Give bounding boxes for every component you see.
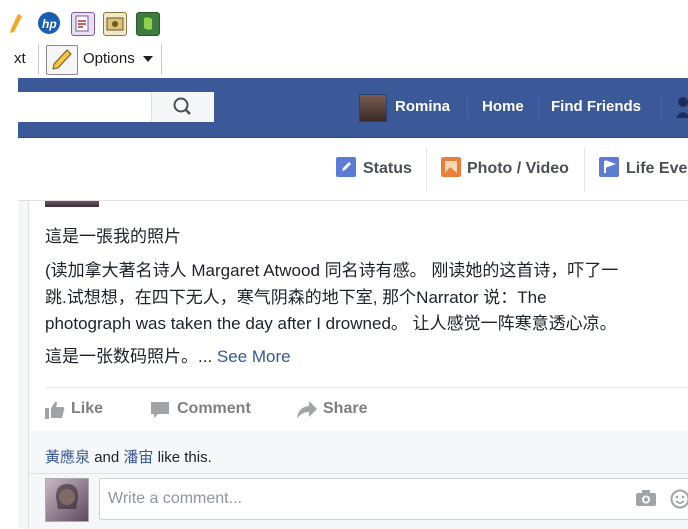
post-text-line: 這是一張我的照片: [45, 224, 181, 250]
pencil-button[interactable]: [46, 45, 78, 75]
nav-divider: [538, 95, 539, 119]
life-event-tab[interactable]: Life Eve: [626, 160, 687, 178]
toolbar-divider: [161, 44, 162, 74]
likes-suffix-text: like this.: [158, 449, 212, 466]
comment-placeholder: Write a comment...: [108, 490, 242, 508]
emoji-icon[interactable]: [670, 489, 688, 514]
liker-link[interactable]: 潘宙: [123, 449, 153, 466]
tab-divider: [426, 148, 427, 192]
avatar[interactable]: [45, 478, 89, 522]
options-button[interactable]: Options: [83, 50, 135, 67]
post-text-line: 這是一张数码照片。... See More: [45, 344, 291, 370]
svg-text:hp: hp: [42, 17, 57, 31]
friend-requests-icon[interactable]: [674, 96, 688, 123]
camera-icon[interactable]: [636, 490, 656, 511]
pdf-icon[interactable]: [71, 12, 95, 36]
life-event-icon: [599, 157, 619, 182]
pencil-icon: [47, 61, 77, 78]
see-more-link[interactable]: See More: [217, 347, 291, 366]
liker-link[interactable]: 黃應泉: [45, 449, 90, 466]
comment-icon: [151, 402, 169, 424]
toolbar-partial-text[interactable]: xt: [14, 50, 26, 67]
nav-divider: [467, 95, 468, 119]
nav-divider: [661, 95, 662, 119]
status-tab[interactable]: Status: [363, 160, 412, 178]
share-button[interactable]: Share: [323, 400, 367, 418]
comment-input[interactable]: Write a comment...: [99, 478, 688, 520]
toolbar-divider: [38, 44, 39, 74]
post-composer-tabs: Status Photo / Video Life Eve: [18, 138, 688, 201]
browser-toolbar: hp xt Options: [0, 0, 688, 78]
status-icon: [336, 157, 356, 182]
image-tool-icon[interactable]: [103, 12, 127, 36]
likes-and-text: and: [94, 449, 119, 466]
facebook-header: Romina Home Find Friends: [18, 78, 688, 138]
search-button[interactable]: [151, 92, 214, 122]
search-icon: [152, 109, 214, 126]
chevron-down-icon[interactable]: [143, 56, 153, 62]
home-link[interactable]: Home: [482, 98, 524, 115]
find-friends-link[interactable]: Find Friends: [551, 98, 641, 115]
orange-pen-icon[interactable]: [8, 12, 26, 34]
search-input[interactable]: [18, 92, 213, 122]
comment-composer: Write a comment...: [28, 473, 688, 529]
post-card: 這是一張我的照片 (读加拿大著名诗人 Margaret Atwood 同名诗有感…: [28, 201, 688, 431]
comment-button[interactable]: Comment: [177, 400, 251, 418]
likes-summary: 黃應泉 and 潘宙 like this.: [28, 431, 688, 477]
photo-icon: [441, 157, 461, 182]
post-text-line: 跳.试想想，在四下无人，寒气阴森的地下室, 那个Narrator 说：The: [45, 285, 547, 311]
profile-link[interactable]: Romina: [395, 98, 450, 115]
tab-divider: [584, 148, 585, 192]
hp-icon[interactable]: hp: [38, 12, 60, 34]
post-text-truncated: 這是一张数码照片。...: [45, 347, 212, 366]
post-actions: Like Comment Share: [45, 387, 688, 432]
share-icon: [297, 401, 317, 424]
photo-video-tab[interactable]: Photo / Video: [467, 160, 569, 178]
like-button[interactable]: Like: [71, 400, 103, 418]
feed-post: 這是一張我的照片 (读加拿大著名诗人 Margaret Atwood 同名诗有感…: [18, 201, 688, 528]
like-icon: [45, 401, 65, 424]
post-text-line: photograph was taken the day after I dro…: [45, 311, 617, 337]
avatar[interactable]: [359, 94, 387, 122]
evernote-icon[interactable]: [136, 12, 160, 36]
post-text-line: (读加拿大著名诗人 Margaret Atwood 同名诗有感。 刚读她的这首诗…: [45, 258, 618, 284]
post-author-avatar[interactable]: [45, 201, 99, 207]
